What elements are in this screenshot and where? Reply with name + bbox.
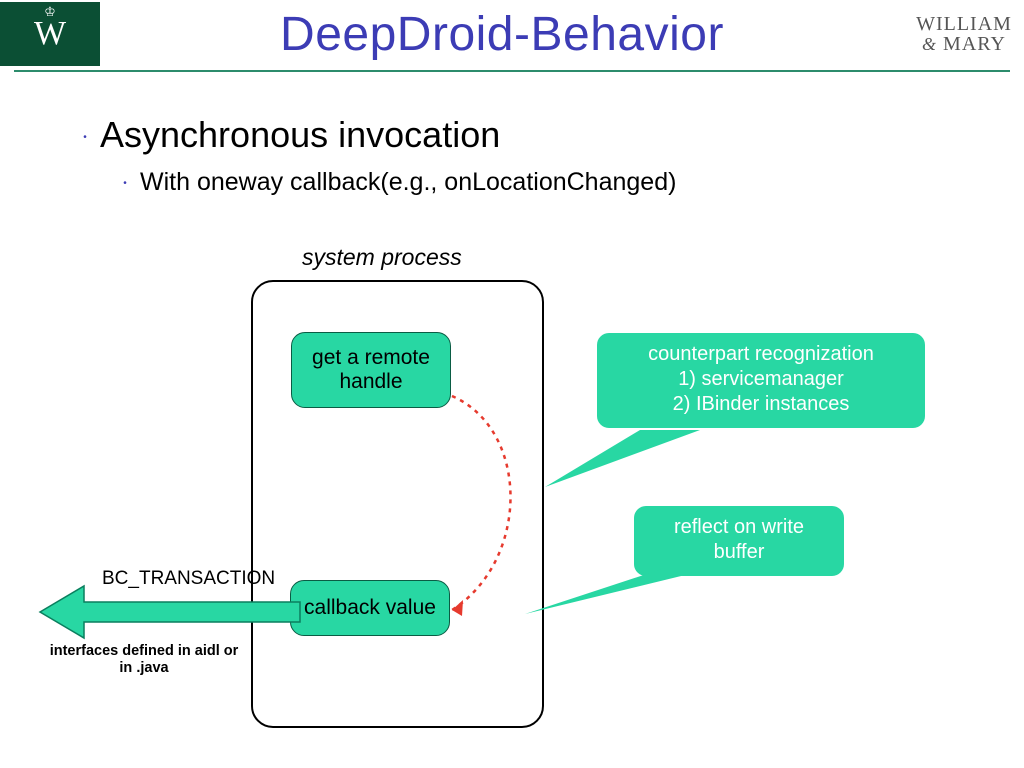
- wm-wordmark: WILLIAM & MARY: [904, 14, 1024, 54]
- wm-monogram: W: [34, 15, 66, 53]
- arrow-label-bc-transaction: BC_TRANSACTION: [102, 568, 275, 590]
- note-interfaces: interfaces defined in aidl or in .java: [44, 643, 244, 676]
- bullet-dot-icon: •: [70, 132, 100, 143]
- slide-header: ♔ W DeepDroid-Behavior WILLIAM & MARY: [0, 0, 1024, 66]
- callout-counterpart-l2: 2) IBinder instances: [612, 392, 910, 417]
- bullet-main-text: Asynchronous invocation: [100, 114, 500, 155]
- wm-line2: & MARY: [904, 34, 1024, 54]
- wm-line1: WILLIAM: [904, 14, 1024, 34]
- callout-reflect: reflect on write buffer: [634, 506, 844, 576]
- bullet-dot-icon: •: [110, 178, 140, 189]
- callout-counterpart-tail-icon: [545, 430, 700, 487]
- callout-counterpart: counterpart recognization 1) servicemana…: [597, 333, 925, 428]
- bullet-main: •Asynchronous invocation: [70, 114, 1024, 156]
- callout-counterpart-title: counterpart recognization: [612, 342, 910, 367]
- node-get-remote-handle: get a remote handle: [291, 332, 451, 408]
- callout-counterpart-l1: 1) servicemanager: [612, 367, 910, 392]
- slide-title: DeepDroid-Behavior: [100, 7, 904, 62]
- wm-crest-icon: ♔ W: [0, 2, 100, 66]
- content-area: •Asynchronous invocation •With oneway ca…: [0, 72, 1024, 197]
- bullet-sub-text: With oneway callback(e.g., onLocationCha…: [140, 168, 676, 196]
- node-callback-value: callback value: [290, 580, 450, 636]
- crown-icon: ♔: [44, 4, 56, 20]
- bullet-sub: •With oneway callback(e.g., onLocationCh…: [110, 168, 1024, 197]
- process-label: system process: [302, 244, 462, 271]
